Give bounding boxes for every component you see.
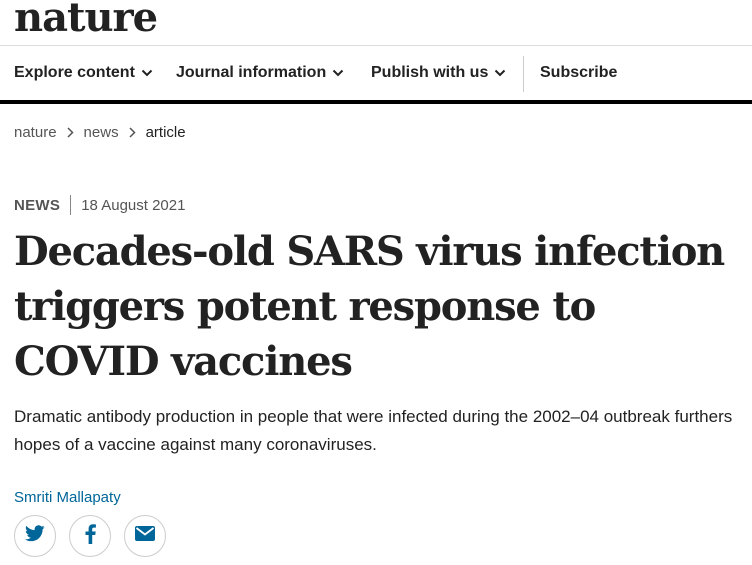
author-link[interactable]: Smriti Mallapaty	[14, 489, 121, 506]
share-facebook-button[interactable]	[69, 515, 111, 557]
chevron-right-icon	[129, 127, 136, 138]
site-header: nature	[0, 0, 752, 46]
breadcrumb-news[interactable]: news	[84, 124, 119, 141]
chevron-down-icon	[332, 69, 344, 77]
nav-publish-with-us[interactable]: Publish with us	[371, 46, 506, 100]
nav-journal-information-label: Journal information	[176, 64, 327, 81]
nav-journal-information[interactable]: Journal information	[176, 46, 344, 100]
breadcrumb: nature news article	[14, 124, 186, 141]
twitter-icon	[25, 525, 45, 547]
nav-bottom-rule	[0, 100, 752, 104]
email-icon	[135, 526, 155, 546]
main-navigation: Explore content Journal information Publ…	[0, 46, 752, 100]
article-standfirst: Dramatic antibody production in people t…	[14, 407, 733, 454]
article-meta: NEWS 18 August 2021	[14, 195, 185, 215]
meta-divider	[70, 195, 72, 215]
share-twitter-button[interactable]	[14, 515, 56, 557]
nav-explore-content[interactable]: Explore content	[14, 46, 153, 100]
breadcrumb-article: article	[145, 124, 186, 141]
article-type: NEWS	[14, 196, 61, 214]
chevron-down-icon	[141, 69, 153, 77]
chevron-right-icon	[67, 127, 74, 138]
article-date: 18 August 2021	[81, 196, 186, 214]
share-email-button[interactable]	[124, 515, 166, 557]
nature-logo[interactable]: nature	[14, 0, 158, 41]
share-buttons	[14, 515, 179, 557]
nav-publish-with-us-label: Publish with us	[371, 64, 489, 81]
chevron-down-icon	[494, 69, 506, 77]
facebook-icon	[85, 523, 96, 549]
subscribe-link[interactable]: Subscribe	[540, 46, 617, 100]
nav-divider	[523, 56, 524, 92]
breadcrumb-nature[interactable]: nature	[14, 124, 57, 141]
nav-explore-content-label: Explore content	[14, 64, 135, 81]
article-title: Decades-old SARS virus infection trigger…	[14, 228, 725, 385]
